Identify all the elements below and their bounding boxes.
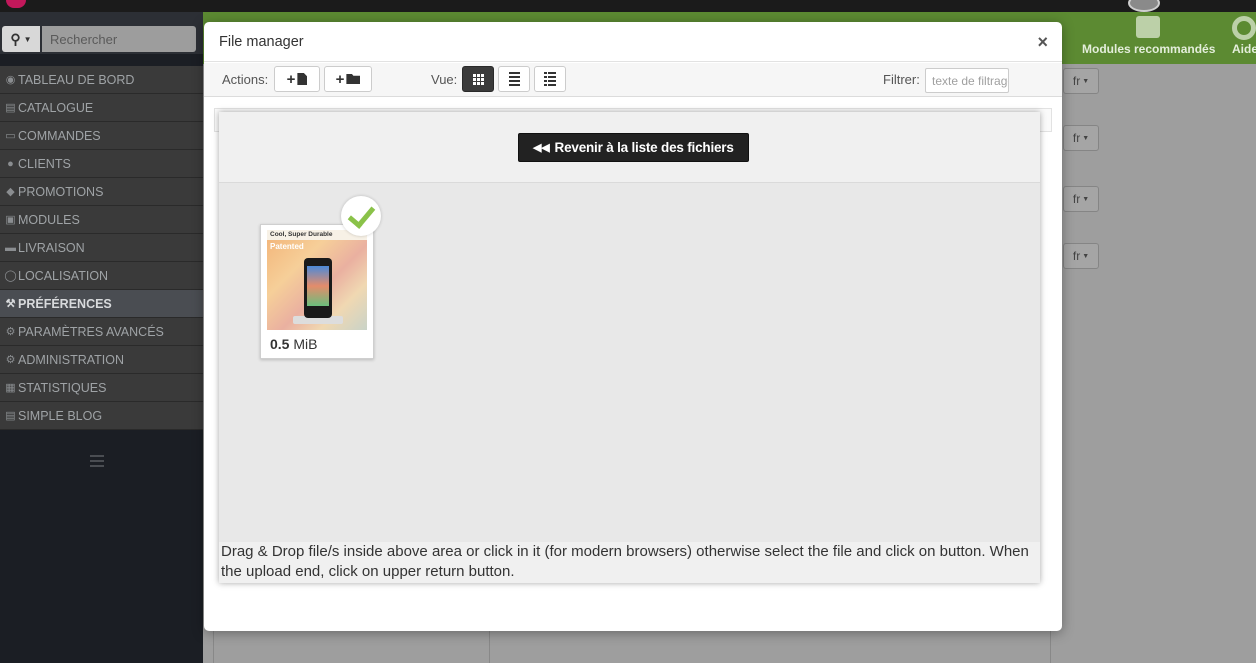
return-button-label: Revenir à la liste des fichiers <box>554 140 734 155</box>
top-bar <box>0 0 1256 12</box>
upload-panel-header: ◀◀ Revenir à la liste des fichiers <box>219 112 1040 183</box>
sidebar-item-label: PRÉFÉRENCES <box>18 296 112 311</box>
sidebar-item-statistiques[interactable]: ▦ STATISTIQUES <box>0 374 203 402</box>
sidebar-item-livraison[interactable]: ▬ LIVRAISON <box>0 234 203 262</box>
sidebar-item-label: MODULES <box>18 212 80 227</box>
sidebar-item-promotions[interactable]: ◆ PROMOTIONS <box>0 178 203 206</box>
modal-header: File manager × <box>204 22 1062 62</box>
grid-icon <box>472 73 484 85</box>
sidebar-menu: ◉ TABLEAU DE BORD ▤ CATALOGUE ▭ COMMANDES ●… <box>0 66 203 430</box>
wrench-icon: ⚒ <box>5 298 16 310</box>
filter-label: Filtrer: <box>883 72 920 87</box>
modules-recommandes-link[interactable]: Modules recommandés <box>1082 42 1215 56</box>
thumbnail-subtitle: Patented <box>270 242 304 251</box>
view-list-button[interactable] <box>498 66 530 92</box>
sidebar-item-label: PARAMÈTRES AVANCÉS <box>18 324 164 339</box>
globe-icon: ◯ <box>4 270 17 282</box>
sidebar-item-label: COMMANDES <box>18 128 101 143</box>
return-to-list-button[interactable]: ◀◀ Revenir à la liste des fichiers <box>518 133 749 162</box>
filter-input[interactable] <box>925 68 1009 93</box>
sidebar-item-label: CATALOGUE <box>18 100 94 115</box>
upload-success-check-icon <box>341 196 381 236</box>
plus-icon: + <box>335 70 345 88</box>
upload-panel: ◀◀ Revenir à la liste des fichiers Cool,… <box>219 112 1040 583</box>
modal-title: File manager <box>219 34 304 50</box>
sidebar-item-label: PROMOTIONS <box>18 184 104 199</box>
file-size-unit: MiB <box>293 336 318 352</box>
search-bar: ⚲ ▼ <box>0 12 203 54</box>
file-text-icon: ▤ <box>5 410 16 422</box>
bar-chart-icon: ▦ <box>5 382 16 394</box>
caret-down-icon: ▼ <box>1082 77 1090 85</box>
caret-down-icon: ▼ <box>1082 134 1090 142</box>
sidebar-item-label: ADMINISTRATION <box>18 352 125 367</box>
file-thumbnail: Cool, Super Durable Patented <box>267 230 367 330</box>
view-grid-button[interactable] <box>462 66 494 92</box>
new-folder-button[interactable]: + <box>324 66 372 92</box>
file-size: 0.5 MiB <box>270 336 317 352</box>
user-avatar[interactable] <box>1128 0 1160 12</box>
sidebar-item-catalogue[interactable]: ▤ CATALOGUE <box>0 94 203 122</box>
users-icon: ● <box>7 157 14 170</box>
sidebar-item-label: CLIENTS <box>18 156 71 171</box>
thumbnail-title: Cool, Super Durable <box>270 231 333 238</box>
file-icon <box>297 73 308 85</box>
caret-down-icon: ▼ <box>1082 195 1090 203</box>
sidebar-item-label: LOCALISATION <box>18 268 109 283</box>
file-manager-toolbar: Actions: + + Vue: Filtrer: <box>204 63 1062 97</box>
columns-list-icon <box>544 72 556 86</box>
search-button[interactable]: ⚲ ▼ <box>2 26 40 52</box>
sidebar-item-localisation[interactable]: ◯ LOCALISATION <box>0 262 203 290</box>
file-size-value: 0.5 <box>270 336 290 352</box>
upload-hint-text: Drag & Drop file/s inside above area or … <box>219 542 1040 583</box>
credit-card-icon: ▭ <box>5 130 16 142</box>
upload-file-button[interactable]: + <box>274 66 320 92</box>
tags-icon: ◆ <box>6 186 15 198</box>
close-icon[interactable]: × <box>1037 32 1048 53</box>
puzzle-icon[interactable] <box>1136 16 1160 38</box>
list-icon <box>508 72 520 86</box>
actions-label: Actions: <box>222 72 269 87</box>
book-icon: ▤ <box>5 102 16 114</box>
sidebar-item-label: STATISTIQUES <box>18 380 107 395</box>
sidebar-item-label: TABLEAU DE BORD <box>18 72 135 87</box>
dashboard-icon: ◉ <box>5 74 16 86</box>
chevron-down-icon: ▼ <box>23 34 32 44</box>
puzzle-icon: ▣ <box>5 214 16 226</box>
caret-down-icon: ▼ <box>1082 252 1090 260</box>
language-select[interactable]: fr ▼ <box>1063 186 1099 212</box>
sidebar-item-label: SIMPLE BLOG <box>18 408 103 423</box>
sidebar-item-clients[interactable]: ● CLIENTS <box>0 150 203 178</box>
sidebar-item-parametres-avances[interactable]: ⚙ PARAMÈTRES AVANCÉS <box>0 318 203 346</box>
view-columns-button[interactable] <box>534 66 566 92</box>
prestashop-logo-icon[interactable] <box>6 0 26 8</box>
sidebar-collapse-icon[interactable] <box>90 455 104 467</box>
sidebar-item-tableau-de-bord[interactable]: ◉ TABLEAU DE BORD <box>0 66 203 94</box>
phone-image <box>304 258 332 318</box>
truck-icon: ▬ <box>5 241 16 254</box>
sidebar-item-administration[interactable]: ⚙ ADMINISTRATION <box>0 346 203 374</box>
file-manager-modal: File manager × Actions: + + Vue: Filtrer… <box>204 22 1062 631</box>
cogs-icon: ⚙ <box>5 326 16 338</box>
language-select[interactable]: fr ▼ <box>1063 68 1099 94</box>
sidebar-item-commandes[interactable]: ▭ COMMANDES <box>0 122 203 150</box>
sidebar-item-label: LIVRAISON <box>18 240 85 255</box>
sidebar-item-simple-blog[interactable]: ▤ SIMPLE BLOG <box>0 402 203 430</box>
backward-icon: ◀◀ <box>533 142 550 154</box>
language-select[interactable]: fr ▼ <box>1063 243 1099 269</box>
search-input[interactable] <box>42 26 196 52</box>
plus-icon: + <box>286 70 296 88</box>
sidebar-item-modules[interactable]: ▣ MODULES <box>0 206 203 234</box>
help-icon[interactable] <box>1232 16 1256 40</box>
sidebar-item-preferences[interactable]: ⚒ PRÉFÉRENCES <box>0 290 203 318</box>
folder-open-icon <box>346 74 361 84</box>
dropzone[interactable]: Cool, Super Durable Patented 0.5 MiB <box>219 184 1040 542</box>
aide-link[interactable]: Aide <box>1232 42 1256 56</box>
vue-label: Vue: <box>431 72 458 87</box>
search-icon: ⚲ <box>10 30 21 47</box>
language-select[interactable]: fr ▼ <box>1063 125 1099 151</box>
uploaded-file-preview[interactable]: Cool, Super Durable Patented 0.5 MiB <box>260 224 374 359</box>
cog-icon: ⚙ <box>5 354 16 366</box>
